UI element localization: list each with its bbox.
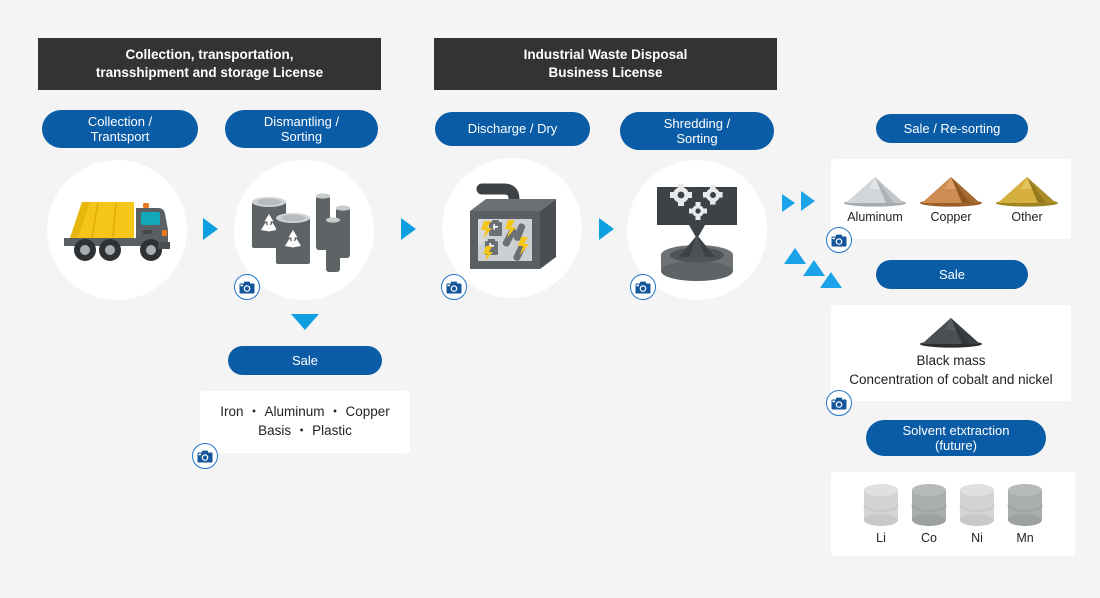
camera-icon-discharge[interactable]	[441, 274, 467, 300]
arrow-right-icon-1	[203, 218, 218, 240]
camera-icon	[197, 450, 213, 462]
camera-icon	[635, 281, 651, 293]
metal-item-co: Co	[910, 483, 948, 545]
camera-icon-powders[interactable]	[826, 227, 852, 253]
step-button-discharge[interactable]: Discharge / Dry	[435, 112, 590, 146]
metal-item-ni: Ni	[958, 483, 996, 545]
materials-card-scrap-line2: Basis ・ Plastic	[258, 423, 352, 438]
camera-icon	[831, 234, 847, 246]
license-bar-collection: Collection, transportation, transshipmen…	[38, 38, 381, 90]
metal-label-co: Co	[921, 531, 937, 545]
camera-icon	[446, 281, 462, 293]
sale-button-right[interactable]: Sale	[876, 260, 1028, 289]
sale-button-left-label: Sale	[291, 352, 319, 368]
camera-icon	[831, 397, 847, 409]
shredder-funnel-gears-icon	[657, 184, 737, 281]
recycle-barrels-batteries-icon	[252, 193, 350, 272]
black-mass-card: Black mass Concentration of cobalt and n…	[831, 305, 1071, 401]
license-bar-industrial-line2: Business License	[548, 65, 663, 80]
sale-button-left[interactable]: Sale	[228, 346, 382, 375]
powders-card: Aluminum Copper Other	[831, 159, 1071, 239]
powder-item-aluminum: Aluminum	[840, 175, 910, 224]
license-bar-collection-line1: Collection, transportation,	[125, 46, 294, 62]
camera-icon-shredding[interactable]	[630, 274, 656, 300]
step-button-dismantling[interactable]: Dismantling / Sorting	[225, 110, 378, 148]
arrow-right-icon-3	[599, 218, 614, 240]
powder-pile-icon-aluminum	[844, 176, 906, 207]
camera-icon-black-mass[interactable]	[826, 390, 852, 416]
materials-card-scrap-line1: Iron ・ Aluminum ・ Copper	[220, 404, 390, 420]
metal-cylinder-row: Li Co Ni Mn	[831, 483, 1075, 545]
arrow-right-icon-4	[782, 194, 795, 212]
black-mass-pile-icon	[920, 318, 982, 348]
step-button-collection[interactable]: Collection / Trantsport	[42, 110, 198, 148]
discharge-machine-icon	[470, 183, 556, 269]
step-button-shredding-line2: Sorting	[676, 131, 718, 146]
license-bar-industrial: Industrial Waste Disposal Business Licen…	[434, 38, 777, 90]
step-button-dismantling-line1: Dismantling /	[263, 113, 340, 129]
black-mass-subtitle: Concentration of cobalt and nickel	[849, 372, 1053, 387]
metal-label-ni: Ni	[971, 531, 983, 545]
arrow-right-icon-5	[801, 191, 815, 211]
camera-icon-materials[interactable]	[192, 443, 218, 469]
arrow-right-icon-2	[401, 218, 416, 240]
camera-icon	[239, 281, 255, 293]
black-mass-title: Black mass	[916, 353, 986, 369]
powder-item-other: Other	[992, 175, 1062, 224]
powder-pile-icon-copper	[920, 176, 982, 207]
arrow-down-icon-1	[291, 314, 319, 330]
step-button-shredding-line1: Shredding /	[663, 115, 731, 131]
process-circle-collection	[47, 160, 187, 300]
metal-item-li: Li	[862, 483, 900, 545]
metal-item-mn: Mn	[1006, 483, 1044, 545]
step-button-discharge-label: Discharge / Dry	[467, 121, 558, 137]
powder-pile-row: Aluminum Copper Other	[831, 175, 1071, 224]
metal-cylinder-icon-ni	[959, 484, 995, 526]
powder-label-aluminum: Aluminum	[847, 209, 903, 224]
license-bar-collection-line2: transshipment and storage License	[95, 65, 324, 80]
metal-label-mn: Mn	[1016, 531, 1034, 545]
step-button-shredding[interactable]: Shredding / Sorting	[620, 112, 774, 150]
powder-label-other: Other	[1011, 209, 1043, 224]
metals-card: Li Co Ni Mn	[831, 472, 1075, 556]
metal-cylinder-icon-mn	[1007, 484, 1043, 526]
powder-pile-icon-other	[996, 176, 1058, 207]
sale-resorting-button[interactable]: Sale / Re-sorting	[876, 114, 1028, 143]
arrow-up-icon-3	[820, 272, 842, 288]
step-button-collection-line1: Collection /	[87, 113, 153, 129]
step-button-collection-line2: Trantsport	[90, 129, 150, 144]
metal-cylinder-icon-li	[863, 484, 899, 526]
metal-cylinder-icon-co	[911, 484, 947, 526]
garbage-truck-icon	[64, 202, 170, 261]
step-button-dismantling-line2: Sorting	[280, 129, 323, 144]
powder-item-copper: Copper	[916, 175, 986, 224]
camera-icon-dismantling[interactable]	[234, 274, 260, 300]
solvent-extraction-line1: Solvent etxtraction	[902, 422, 1010, 438]
materials-card-scrap: Iron ・ Aluminum ・ Copper Basis ・ Plastic	[200, 391, 410, 453]
metal-label-li: Li	[876, 531, 886, 545]
sale-button-right-label: Sale	[938, 266, 966, 282]
solvent-extraction-line2: (future)	[935, 438, 977, 453]
solvent-extraction-button[interactable]: Solvent etxtraction (future)	[866, 420, 1046, 456]
license-bar-industrial-line1: Industrial Waste Disposal	[523, 46, 688, 62]
sale-resorting-button-label: Sale / Re-sorting	[903, 120, 1001, 136]
diagram-canvas: Collection, transportation, transshipmen…	[0, 0, 1100, 598]
powder-label-copper: Copper	[930, 209, 972, 224]
